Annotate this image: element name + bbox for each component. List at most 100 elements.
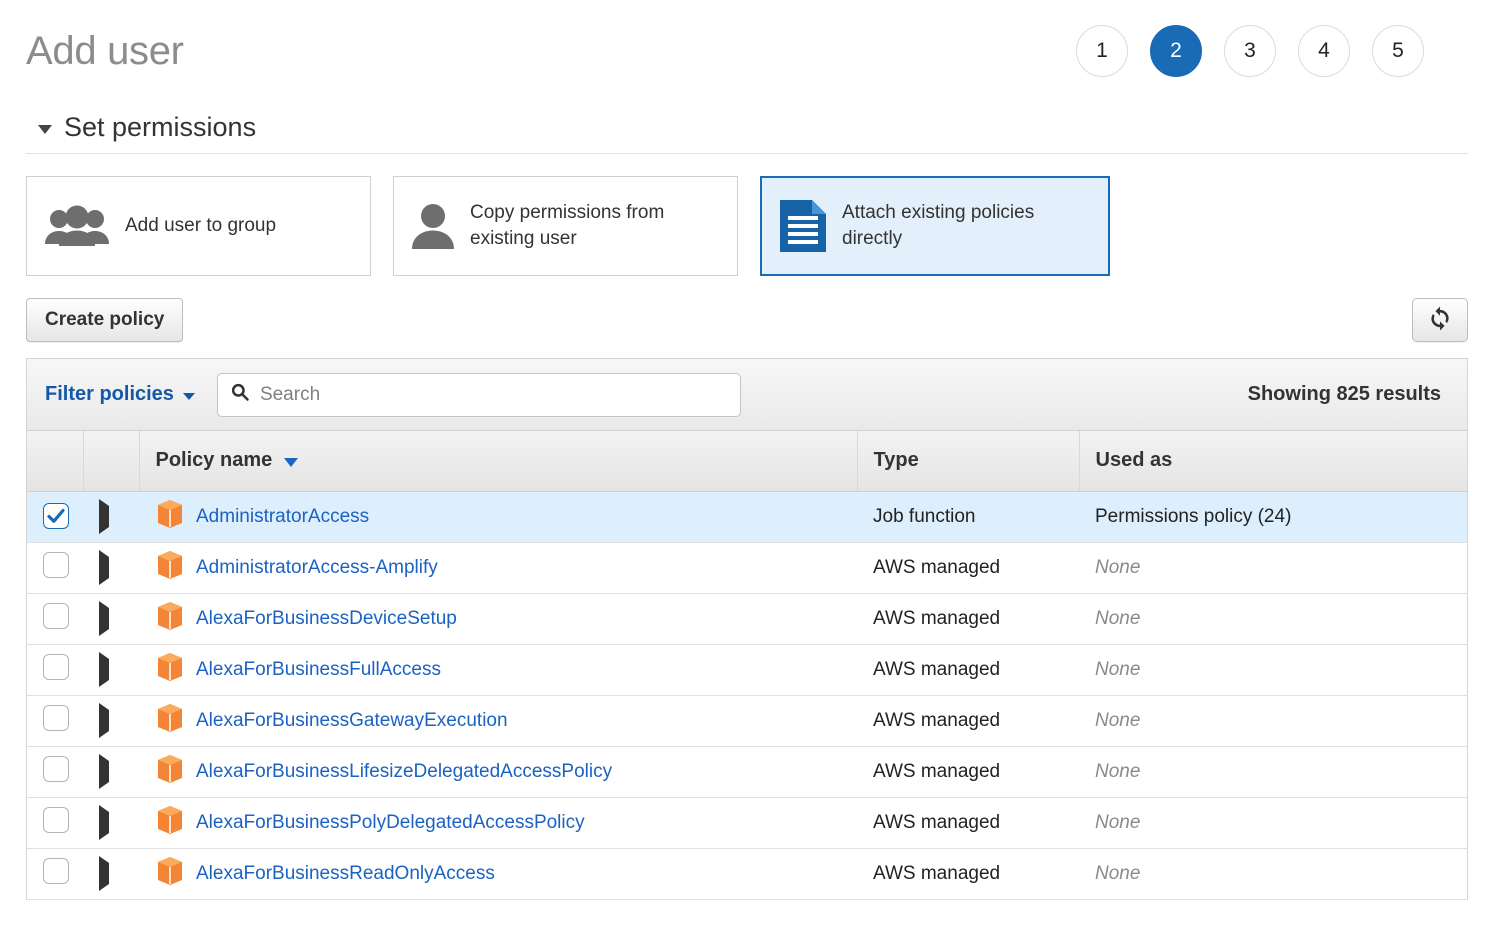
filter-policies-dropdown[interactable]: Filter policies (45, 383, 195, 406)
filter-bar: Filter policies Showing 825 results (27, 359, 1467, 431)
policy-name-link[interactable]: AdministratorAccess-Amplify (196, 557, 438, 579)
filter-policies-label: Filter policies (45, 383, 174, 405)
policy-used-as-value: None (1095, 607, 1141, 629)
policy-name-cell: AlexaForBusinessLifesizeDelegatedAccessP… (139, 746, 857, 798)
table-row[interactable]: AdministratorAccess Job function Permissio… (27, 491, 1467, 543)
policy-name-link[interactable]: AlexaForBusinessGatewayExecution (196, 710, 508, 732)
policy-used-as-cell: None (1079, 542, 1467, 594)
chevron-right-icon[interactable] (99, 498, 109, 534)
filter-controls: Filter policies (45, 372, 741, 417)
row-select-cell[interactable] (27, 491, 83, 543)
policy-used-as-value: None (1095, 556, 1141, 578)
policy-used-as-value: None (1095, 862, 1141, 884)
row-expand-cell[interactable] (83, 848, 139, 900)
policy-type-cell: AWS managed (857, 746, 1079, 798)
row-expand-cell[interactable] (83, 644, 139, 696)
policy-name-link[interactable]: AlexaForBusinessFullAccess (196, 659, 441, 681)
table-row[interactable]: AlexaForBusinessPolyDelegatedAccessPolic… (27, 797, 1467, 849)
row-checkbox[interactable] (43, 857, 69, 884)
document-lines-icon (780, 200, 826, 252)
table-row[interactable]: AlexaForBusinessFullAccess AWS managed Non… (27, 644, 1467, 696)
permission-option-label: Attach existing policies directly (842, 202, 1035, 249)
policies-table-body: AdministratorAccess Job function Permissio… (27, 491, 1467, 900)
permission-option-1[interactable]: Add user to group (26, 176, 371, 276)
row-expand-cell[interactable] (83, 746, 139, 798)
row-expand-cell[interactable] (83, 593, 139, 645)
row-select-cell[interactable] (27, 848, 83, 900)
permission-option-label: Add user to group (125, 215, 277, 237)
policy-used-as-value: None (1095, 658, 1141, 680)
header-expand (83, 431, 140, 492)
header-select-all[interactable] (27, 431, 84, 492)
step-indicator-3[interactable]: 3 (1224, 25, 1276, 77)
row-select-cell[interactable] (27, 593, 83, 645)
row-expand-cell[interactable] (83, 797, 139, 849)
header-used-as[interactable]: Used as (1079, 431, 1467, 492)
row-expand-cell[interactable] (83, 542, 139, 594)
row-checkbox[interactable] (43, 551, 69, 578)
row-select-cell[interactable] (27, 644, 83, 696)
chevron-right-icon[interactable] (99, 549, 109, 585)
policy-name-link[interactable]: AlexaForBusinessLifesizeDelegatedAccessP… (196, 761, 612, 783)
create-policy-button[interactable]: Create policy (26, 298, 184, 342)
policy-used-as-cell: None (1079, 797, 1467, 849)
chevron-right-icon[interactable] (99, 600, 109, 636)
table-row[interactable]: AdministratorAccess-Amplify AWS managed No… (27, 542, 1467, 594)
refresh-icon (1427, 305, 1453, 336)
table-row[interactable]: AlexaForBusinessDeviceSetup AWS managed No… (27, 593, 1467, 645)
chevron-down-icon[interactable] (38, 125, 52, 134)
table-row[interactable]: AlexaForBusinessLifesizeDelegatedAccessP… (27, 746, 1467, 798)
row-checkbox[interactable] (43, 653, 69, 680)
row-checkbox[interactable] (43, 704, 69, 731)
step-indicator-1[interactable]: 1 (1076, 25, 1128, 77)
permission-option-cards: Add user to group Copy permissions from e… (26, 154, 1468, 276)
row-checkbox[interactable] (43, 602, 69, 629)
row-select-cell[interactable] (27, 542, 83, 594)
row-expand-cell[interactable] (83, 695, 139, 747)
sort-descending-icon (284, 457, 299, 467)
table-row[interactable]: AlexaForBusinessGatewayExecution AWS mana… (27, 695, 1467, 747)
step-indicator-5[interactable]: 5 (1372, 25, 1424, 77)
permission-option-3[interactable]: Attach existing policies directly (760, 176, 1110, 276)
page-header: Add user 12345 (0, 0, 1494, 88)
policy-name-link[interactable]: AlexaForBusinessDeviceSetup (196, 608, 457, 630)
policy-type-cell: AWS managed (857, 593, 1079, 645)
policy-name-cell: AlexaForBusinessDeviceSetup (139, 593, 857, 645)
policy-cube-icon (157, 703, 183, 738)
row-checkbox[interactable] (43, 755, 69, 782)
row-select-cell[interactable] (27, 746, 83, 798)
row-select-cell[interactable] (27, 797, 83, 849)
section-title: Set permissions (64, 112, 257, 142)
step-indicator-2[interactable]: 2 (1150, 25, 1202, 77)
policy-cube-icon (157, 601, 183, 636)
permission-option-2[interactable]: Copy permissions from existing user (393, 176, 738, 276)
policy-name-cell: AlexaForBusinessPolyDelegatedAccessPolic… (139, 797, 857, 849)
policy-type-cell: AWS managed (857, 542, 1079, 594)
policy-name-link[interactable]: AdministratorAccess (196, 506, 369, 528)
row-checkbox[interactable] (43, 502, 69, 529)
page-title: Add user (26, 29, 184, 73)
search-input[interactable] (259, 383, 728, 406)
refresh-button[interactable] (1412, 298, 1468, 342)
search-icon (230, 382, 250, 407)
policy-used-as-cell: None (1079, 644, 1467, 696)
step-indicator-4[interactable]: 4 (1298, 25, 1350, 77)
header-policy-name[interactable]: Policy name (139, 431, 858, 492)
policy-cube-icon (157, 499, 183, 534)
policy-name-link[interactable]: AlexaForBusinessReadOnlyAccess (196, 863, 495, 885)
search-box[interactable] (216, 372, 741, 417)
header-type[interactable]: Type (857, 431, 1080, 492)
policy-name-link[interactable]: AlexaForBusinessPolyDelegatedAccessPolic… (196, 812, 585, 834)
row-expand-cell[interactable] (83, 491, 139, 543)
chevron-right-icon[interactable] (99, 855, 109, 891)
policy-used-as-cell: None (1079, 695, 1467, 747)
chevron-right-icon[interactable] (99, 651, 109, 687)
chevron-right-icon[interactable] (99, 753, 109, 789)
chevron-right-icon[interactable] (99, 702, 109, 738)
table-row[interactable]: AlexaForBusinessReadOnlyAccess AWS manage… (27, 848, 1467, 900)
chevron-right-icon[interactable] (99, 804, 109, 840)
policy-used-as-value: None (1095, 811, 1141, 833)
row-select-cell[interactable] (27, 695, 83, 747)
set-permissions-header: Set permissions (26, 88, 1468, 154)
row-checkbox[interactable] (43, 806, 69, 833)
